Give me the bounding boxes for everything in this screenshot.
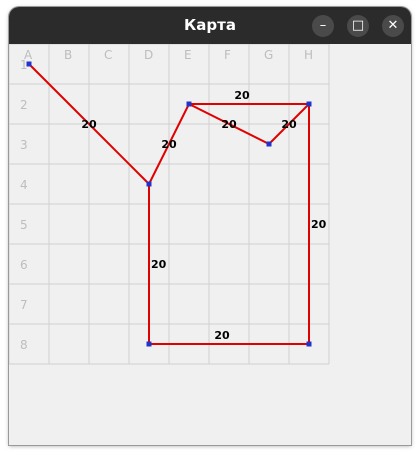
edge-weight-label: 20 — [281, 118, 297, 131]
column-label: C — [104, 48, 112, 62]
map-point[interactable] — [146, 341, 152, 347]
row-label: 4 — [20, 178, 28, 192]
column-label: D — [144, 48, 153, 62]
map-point[interactable] — [146, 181, 152, 187]
edge-weight-label: 20 — [161, 138, 177, 151]
edge-weight-label: 20 — [221, 118, 237, 131]
maximize-icon: □ — [351, 18, 365, 33]
edge-weight-label: 20 — [214, 329, 230, 342]
map-point[interactable] — [306, 101, 312, 107]
column-label: F — [224, 48, 231, 62]
column-label: E — [184, 48, 192, 62]
app-window: Карта – □ ✕ A B C D E F G H 1 2 3 4 5 6 7 8 20 20 20 20 20 20… — [9, 7, 411, 445]
column-label: G — [264, 48, 273, 62]
maximize-button[interactable]: □ — [347, 15, 369, 37]
edge-weight-label: 20 — [81, 118, 97, 131]
row-label: 1 — [20, 58, 28, 72]
title-bar[interactable]: Карта – □ ✕ — [9, 7, 411, 44]
row-label: 8 — [20, 338, 28, 352]
close-icon: ✕ — [387, 18, 399, 33]
map-point[interactable] — [26, 61, 32, 67]
row-label: 6 — [20, 258, 28, 272]
minimize-icon: – — [319, 18, 327, 33]
minimize-button[interactable]: – — [312, 15, 334, 37]
edge-weight-label: 20 — [311, 218, 327, 231]
edge-weight-label: 20 — [151, 258, 167, 271]
row-label: 2 — [20, 98, 28, 112]
row-label: 7 — [20, 298, 28, 312]
row-label: 5 — [20, 218, 28, 232]
map-point[interactable] — [186, 101, 192, 107]
map-point[interactable] — [266, 141, 272, 147]
map-canvas[interactable]: A B C D E F G H123456782020202020202020 — [9, 44, 411, 445]
edge-weight-label: 20 — [234, 89, 250, 102]
close-button[interactable]: ✕ — [382, 15, 404, 37]
column-label: H — [304, 48, 313, 62]
column-label: B — [64, 48, 72, 62]
row-label: 3 — [20, 138, 28, 152]
map-point[interactable] — [306, 341, 312, 347]
